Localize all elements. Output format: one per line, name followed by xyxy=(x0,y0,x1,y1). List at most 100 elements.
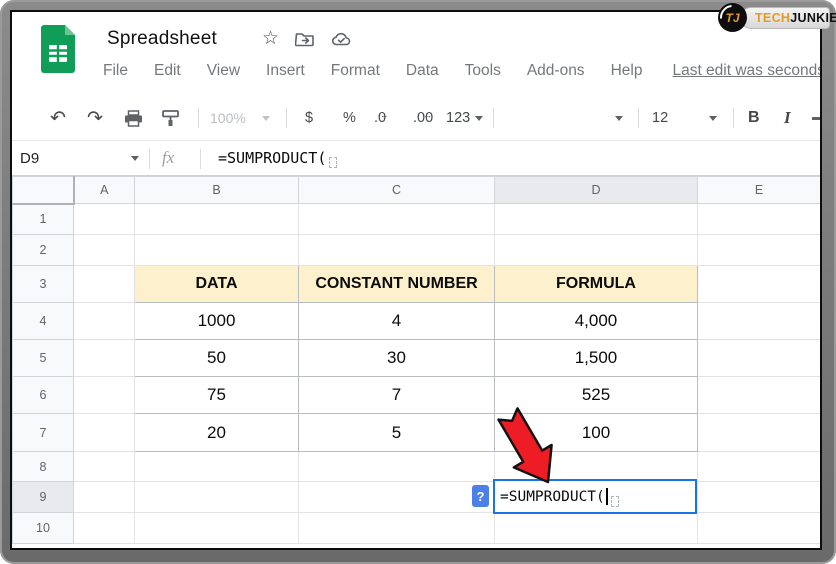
paint-format-icon[interactable] xyxy=(162,96,179,140)
redo-icon[interactable]: ↷ xyxy=(87,107,103,130)
cell-E6[interactable] xyxy=(698,377,821,414)
cell-C3[interactable]: CONSTANT NUMBER xyxy=(299,266,495,303)
menu-data[interactable]: Data xyxy=(406,62,439,80)
cell-B6[interactable]: 75 xyxy=(135,377,299,414)
name-box-caret-icon[interactable] xyxy=(131,156,139,161)
row-header-5[interactable]: 5 xyxy=(13,340,74,377)
column-header-d[interactable]: D xyxy=(495,177,698,204)
cell-A1[interactable] xyxy=(74,204,135,235)
cell-A7[interactable] xyxy=(74,414,135,452)
cell-E5[interactable] xyxy=(698,340,821,377)
decrease-decimal-button[interactable]: .0← xyxy=(374,110,386,126)
bold-button[interactable]: B xyxy=(748,109,760,127)
cell-A10[interactable] xyxy=(74,513,135,544)
cell-B3[interactable]: DATA xyxy=(135,266,299,303)
row-header-6[interactable]: 6 xyxy=(13,377,74,414)
cell-B9[interactable] xyxy=(135,482,299,513)
cell-A5[interactable] xyxy=(74,340,135,377)
row-header-9[interactable]: 9 xyxy=(13,482,74,513)
undo-icon[interactable]: ↶ xyxy=(50,107,66,130)
cell-C10[interactable] xyxy=(299,513,495,544)
cell-A9[interactable] xyxy=(74,482,135,513)
column-header-a[interactable]: A xyxy=(74,177,135,204)
cell-C4[interactable]: 4 xyxy=(299,303,495,340)
star-icon[interactable]: ☆ xyxy=(262,29,279,48)
more-formats-button[interactable]: 123 xyxy=(446,96,483,140)
last-edit-link[interactable]: Last edit was seconds ago xyxy=(672,62,820,80)
cell-C5[interactable]: 30 xyxy=(299,340,495,377)
formula-input[interactable]: =SUMPRODUCT( xyxy=(218,149,326,167)
cell-B4[interactable]: 1000 xyxy=(135,303,299,340)
cell-A3[interactable] xyxy=(74,266,135,303)
menu-tools[interactable]: Tools xyxy=(465,62,501,80)
cell-C6[interactable]: 7 xyxy=(299,377,495,414)
cell-D10[interactable] xyxy=(495,513,698,544)
row-header-1[interactable]: 1 xyxy=(13,204,74,235)
cloud-saved-icon[interactable] xyxy=(331,31,352,47)
cell-E7[interactable] xyxy=(698,414,821,452)
cell-A6[interactable] xyxy=(74,377,135,414)
menu-addons[interactable]: Add-ons xyxy=(527,62,585,80)
google-sheets-logo-icon xyxy=(41,25,75,73)
row-header-2[interactable]: 2 xyxy=(13,235,74,266)
format-currency-button[interactable]: $ xyxy=(305,110,313,126)
menu-format[interactable]: Format xyxy=(331,62,380,80)
cell-E10[interactable] xyxy=(698,513,821,544)
zoom-level[interactable]: 100% xyxy=(210,110,246,126)
italic-button[interactable]: I xyxy=(784,108,791,128)
row-header-7[interactable]: 7 xyxy=(13,414,74,452)
menu-help[interactable]: Help xyxy=(611,62,643,80)
format-percent-button[interactable]: % xyxy=(343,110,356,126)
cell-C2[interactable] xyxy=(299,235,495,266)
cell-B7[interactable]: 20 xyxy=(135,414,299,452)
cell-B8[interactable] xyxy=(135,452,299,482)
menu-view[interactable]: View xyxy=(207,62,240,80)
cell-B2[interactable] xyxy=(135,235,299,266)
cell-C9[interactable] xyxy=(299,482,495,513)
cell-D5[interactable]: 1,500 xyxy=(495,340,698,377)
cell-D1[interactable] xyxy=(495,204,698,235)
select-all-corner[interactable] xyxy=(13,177,74,204)
formula-placeholder xyxy=(329,157,337,168)
strikethrough-icon[interactable] xyxy=(812,117,820,120)
cell-A2[interactable] xyxy=(74,235,135,266)
font-size-value[interactable]: 12 xyxy=(652,110,668,126)
column-header-e[interactable]: E xyxy=(698,177,821,204)
zoom-caret-icon[interactable] xyxy=(262,116,270,121)
menu-file[interactable]: File xyxy=(103,62,128,80)
cell-E3[interactable] xyxy=(698,266,821,303)
row-header-10[interactable]: 10 xyxy=(13,513,74,544)
row-header-3[interactable]: 3 xyxy=(13,266,74,303)
font-family-caret-icon[interactable] xyxy=(615,116,623,121)
cell-D4[interactable]: 4,000 xyxy=(495,303,698,340)
cell-B10[interactable] xyxy=(135,513,299,544)
cell-C8[interactable] xyxy=(299,452,495,482)
column-header-c[interactable]: C xyxy=(299,177,495,204)
row-header-4[interactable]: 4 xyxy=(13,303,74,340)
print-icon[interactable] xyxy=(124,96,143,140)
cell-B1[interactable] xyxy=(135,204,299,235)
cell-C1[interactable] xyxy=(299,204,495,235)
cell-A8[interactable] xyxy=(74,452,135,482)
cell-E2[interactable] xyxy=(698,235,821,266)
cell-D3[interactable]: FORMULA xyxy=(495,266,698,303)
cell-E9[interactable] xyxy=(698,482,821,513)
cell-D2[interactable] xyxy=(495,235,698,266)
menu-insert[interactable]: Insert xyxy=(266,62,305,80)
document-title[interactable]: Spreadsheet xyxy=(107,28,217,50)
cell-E1[interactable] xyxy=(698,204,821,235)
increase-decimal-arrow-icon: → xyxy=(423,110,432,120)
cell-C7[interactable]: 5 xyxy=(299,414,495,452)
row-header-8[interactable]: 8 xyxy=(13,452,74,482)
cell-A4[interactable] xyxy=(74,303,135,340)
move-folder-icon[interactable] xyxy=(295,31,315,47)
column-header-b[interactable]: B xyxy=(135,177,299,204)
increase-decimal-button[interactable]: .00→ xyxy=(413,110,433,126)
name-box[interactable]: D9 xyxy=(20,150,39,167)
cell-B5[interactable]: 50 xyxy=(135,340,299,377)
cell-E4[interactable] xyxy=(698,303,821,340)
cell-E8[interactable] xyxy=(698,452,821,482)
formula-help-icon[interactable]: ? xyxy=(472,485,489,507)
font-size-caret-icon[interactable] xyxy=(709,116,717,121)
menu-edit[interactable]: Edit xyxy=(154,62,181,80)
